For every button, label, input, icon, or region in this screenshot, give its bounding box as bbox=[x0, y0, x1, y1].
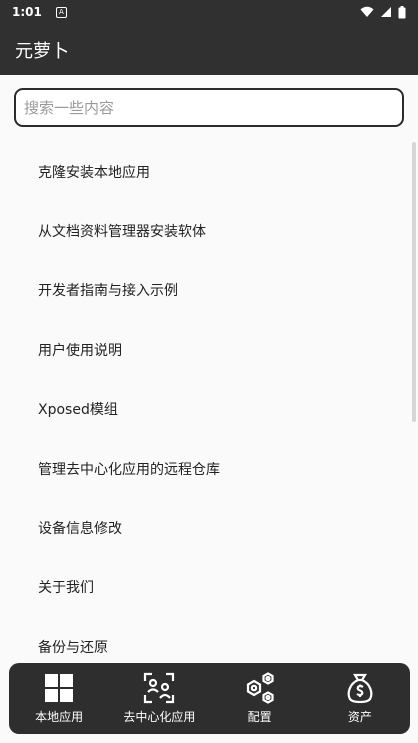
search-input[interactable] bbox=[24, 98, 402, 117]
wifi-icon bbox=[360, 6, 374, 17]
nav-label: 本地应用 bbox=[35, 710, 84, 724]
nav-label: 资产 bbox=[347, 710, 372, 724]
nav-item-local-apps[interactable]: 本地应用 bbox=[9, 663, 109, 734]
menu-item-label: 设备信息修改 bbox=[38, 521, 122, 538]
money-bag-icon bbox=[347, 673, 373, 704]
menu-item-remote-repositories[interactable]: 管理去中心化应用的远程仓库 bbox=[0, 439, 418, 498]
scrollbar[interactable] bbox=[412, 142, 416, 422]
menu-item-label: 管理去中心化应用的远程仓库 bbox=[38, 461, 220, 478]
menu-item-label: 开发者指南与接入示例 bbox=[38, 283, 178, 300]
menu-item-label: 关于我们 bbox=[38, 580, 94, 597]
signal-icon bbox=[381, 7, 391, 17]
menu-item-label: 从文档资料管理器安装软体 bbox=[38, 224, 206, 241]
app-title: 元萝卜 bbox=[15, 40, 69, 62]
menu-list: 克隆安装本地应用 从文档资料管理器安装软体 开发者指南与接入示例 用户使用说明 … bbox=[0, 142, 418, 677]
app-bar: 元萝卜 bbox=[0, 24, 418, 75]
menu-item-device-info[interactable]: 设备信息修改 bbox=[0, 498, 418, 557]
nav-label: 去中心化应用 bbox=[123, 710, 196, 724]
bottom-nav: 本地应用 去中心化应用 配置 资产 bbox=[9, 663, 410, 734]
grid-icon bbox=[45, 674, 74, 702]
nav-item-assets[interactable]: 资产 bbox=[310, 663, 410, 734]
nav-item-config[interactable]: 配置 bbox=[210, 663, 310, 734]
menu-item-developer-guide[interactable]: 开发者指南与接入示例 bbox=[0, 261, 418, 320]
status-icons bbox=[360, 5, 406, 19]
menu-item-label: Xposed模组 bbox=[38, 402, 118, 419]
status-time: 1:01 bbox=[12, 5, 42, 19]
search-box[interactable] bbox=[14, 88, 404, 127]
decentralized-icon bbox=[144, 672, 175, 704]
menu-item-about-us[interactable]: 关于我们 bbox=[0, 558, 418, 617]
nav-label: 配置 bbox=[247, 710, 272, 724]
menu-item-label: 备份与还原 bbox=[38, 639, 108, 656]
hexagon-config-icon bbox=[246, 672, 274, 704]
nav-item-decentralized-apps[interactable]: 去中心化应用 bbox=[109, 663, 209, 734]
menu-item-xposed-modules[interactable]: Xposed模组 bbox=[0, 380, 418, 439]
menu-item-clone-install[interactable]: 克隆安装本地应用 bbox=[0, 142, 418, 201]
menu-item-label: 用户使用说明 bbox=[38, 342, 122, 359]
notification-icon: A bbox=[55, 6, 67, 18]
menu-item-label: 克隆安装本地应用 bbox=[38, 164, 150, 181]
menu-item-install-from-documents[interactable]: 从文档资料管理器安装软体 bbox=[0, 201, 418, 260]
status-bar: 1:01 A bbox=[0, 0, 418, 24]
battery-icon bbox=[398, 5, 406, 18]
menu-item-user-manual[interactable]: 用户使用说明 bbox=[0, 320, 418, 379]
